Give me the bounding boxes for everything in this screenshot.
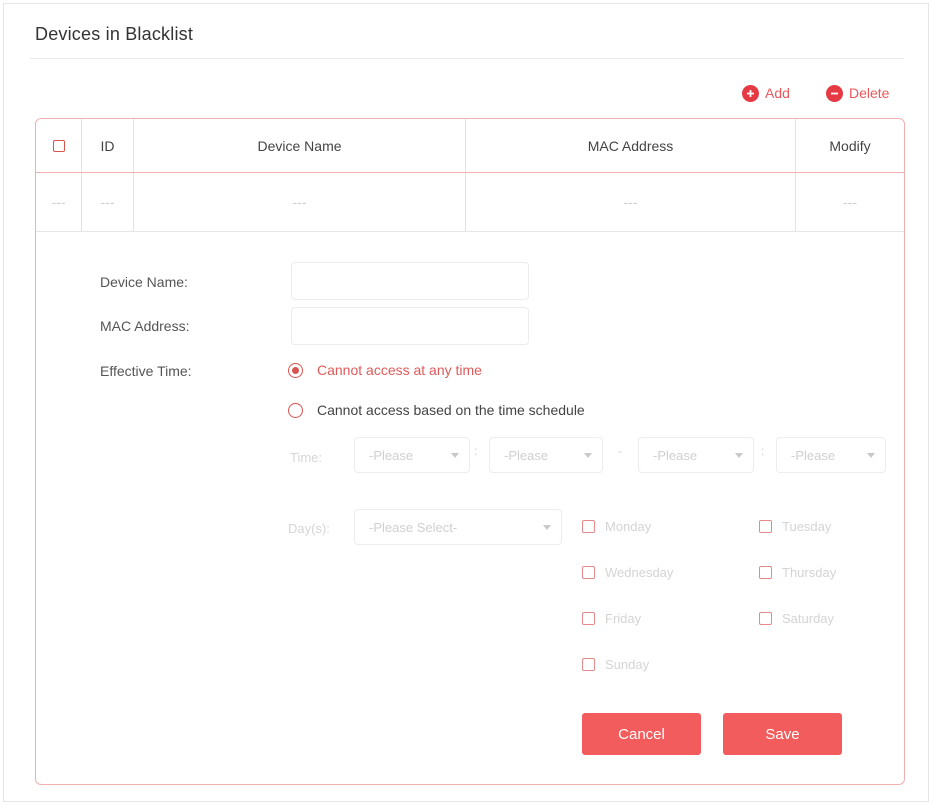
row-cell-modify: --- [843,194,857,210]
minus-circle-icon [826,84,843,102]
option-time-schedule[interactable]: Cannot access based on the time schedule [288,402,585,418]
chevron-down-icon [451,452,459,458]
day-friday-label: Friday [605,611,642,626]
checkbox-tuesday[interactable] [759,520,772,533]
time-end-hour-select[interactable]: -Please [638,437,754,473]
checkbox-wednesday[interactable] [582,566,595,579]
chevron-down-icon [735,452,743,458]
radio-any-time[interactable] [288,362,303,378]
day-thursday[interactable]: Thursday [759,565,836,580]
time-end-minute-value: -Please [791,447,836,463]
checkbox-monday[interactable] [582,520,595,533]
header-id: ID [82,119,134,172]
chevron-down-icon [584,452,592,458]
delete-label: Delete [849,85,890,101]
mac-address-input[interactable] [291,307,529,345]
day-thursday-label: Thursday [782,565,837,580]
row-cell-id: --- [82,173,134,231]
day-tuesday-label: Tuesday [782,519,832,534]
row-cell-device-name: --- [134,173,466,231]
day-sunday[interactable]: Sunday [582,657,649,672]
add-button[interactable]: Add [742,84,790,102]
day-saturday[interactable]: Saturday [759,611,834,626]
days-label: Day(s): [288,521,330,536]
checkbox-friday[interactable] [582,612,595,625]
select-all-cell [36,119,82,172]
device-name-label: Device Name: [100,274,188,290]
day-monday[interactable]: Monday [582,519,651,534]
effective-time-label: Effective Time: [100,363,192,379]
checkbox-sunday[interactable] [582,658,595,671]
day-sunday-label: Sunday [605,657,650,672]
option-any-time[interactable]: Cannot access at any time [288,362,482,378]
day-tuesday[interactable]: Tuesday [759,519,831,534]
delete-button[interactable]: Delete [826,84,889,102]
day-friday[interactable]: Friday [582,611,641,626]
section-title: Devices in Blacklist [35,24,194,44]
time-start-hour-value: -Please [369,447,414,463]
header-device-name: Device Name [134,119,466,172]
device-name-input[interactable] [291,262,529,300]
day-wednesday[interactable]: Wednesday [582,565,673,580]
table-row: --- --- --- --- --- [36,173,904,232]
time-start-minute-select[interactable]: -Please [489,437,603,473]
chevron-down-icon [543,524,551,530]
time-separator-colon-2: : [761,444,765,458]
time-start-hour-select[interactable]: -Please [354,437,470,473]
time-separator-dash: - [618,444,622,458]
title-divider [30,58,904,59]
row-cell-mac-address: --- [466,173,796,231]
cancel-button[interactable]: Cancel [582,713,701,755]
time-label: Time: [290,450,323,465]
save-button[interactable]: Save [723,713,842,755]
plus-circle-icon [742,84,759,102]
blacklist-table: ID Device Name MAC Address Modify --- --… [35,118,905,785]
time-separator-colon: : [474,444,478,458]
days-select[interactable]: -Please Select- [354,509,562,545]
option-time-schedule-label: Cannot access based on the time schedule [317,402,585,418]
header-mac-address: MAC Address [466,119,796,172]
day-monday-label: Monday [605,519,652,534]
option-any-time-label: Cannot access at any time [317,362,482,378]
time-start-minute-value: -Please [504,447,549,463]
day-wednesday-label: Wednesday [605,565,674,580]
radio-time-schedule[interactable] [288,402,303,418]
time-end-minute-select[interactable]: -Please [776,437,886,473]
header-modify: Modify [829,137,871,154]
day-saturday-label: Saturday [782,611,835,626]
table-header: ID Device Name MAC Address Modify [36,119,904,173]
time-end-hour-value: -Please [653,447,698,463]
select-all-checkbox[interactable] [52,139,65,152]
checkbox-saturday[interactable] [759,612,772,625]
mac-address-label: MAC Address: [100,318,190,334]
add-label: Add [765,85,790,101]
checkbox-thursday[interactable] [759,566,772,579]
row-cell-select: --- [36,173,82,231]
days-select-value: -Please Select- [369,519,458,535]
chevron-down-icon [867,452,875,458]
